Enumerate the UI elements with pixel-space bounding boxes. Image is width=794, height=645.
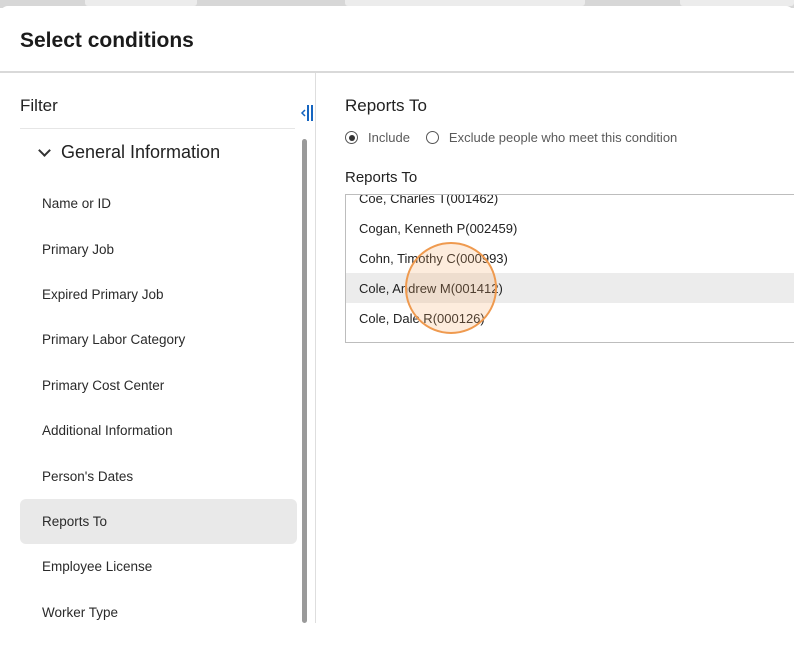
collapse-panel-icon[interactable] (300, 103, 314, 123)
reports-to-listbox[interactable]: Coe, Charles T(001462) Cogan, Kenneth P(… (345, 194, 794, 343)
filter-item-employee-license[interactable]: Employee License (20, 544, 297, 589)
group-label: General Information (61, 142, 221, 162)
list-item[interactable]: Cogan, Kenneth P(002459) (346, 214, 794, 244)
include-radio[interactable] (345, 131, 358, 144)
filter-item-worker-type[interactable]: Worker Type (20, 590, 297, 623)
chevron-down-icon (38, 144, 51, 157)
reports-to-field-label: Reports To (345, 169, 418, 186)
filter-pane: Filter General Information Name or ID Pr… (0, 73, 316, 623)
list-item[interactable]: Cohn, Timothy C(000993) (346, 244, 794, 274)
include-label[interactable]: Include (368, 130, 410, 145)
dialog-header: Select conditions (0, 6, 794, 73)
list-item[interactable]: Cole, Dale R(000126) (346, 303, 794, 333)
filter-label: Filter (20, 96, 58, 115)
include-exclude-group: Include Exclude people who meet this con… (345, 130, 693, 145)
dialog-title: Select conditions (20, 29, 194, 52)
filter-item-reports-to[interactable]: Reports To (20, 498, 297, 545)
filter-item-primary-cost-center[interactable]: Primary Cost Center (20, 363, 297, 408)
filter-item-expired-primary-job[interactable]: Expired Primary Job (20, 272, 297, 317)
divider (20, 128, 295, 129)
filter-item-primary-labor-category[interactable]: Primary Labor Category (20, 317, 297, 362)
condition-pane: Reports To Include Exclude people who me… (345, 73, 794, 623)
list-item[interactable]: Coe, Charles T(001462) (346, 195, 794, 214)
filter-item-persons-dates[interactable]: Person's Dates (20, 453, 297, 498)
select-conditions-dialog: Select conditions Filter General Informa… (0, 6, 794, 623)
exclude-radio[interactable] (425, 131, 439, 144)
filter-scrollbar[interactable] (302, 139, 307, 623)
general-information-group[interactable]: General Information (38, 142, 221, 163)
list-item[interactable]: Cole, Andrew M(001412) (346, 273, 794, 304)
condition-title: Reports To (345, 96, 427, 115)
exclude-label[interactable]: Exclude people who meet this condition (449, 130, 677, 145)
filter-item-primary-job[interactable]: Primary Job (20, 226, 297, 271)
filter-item-name-or-id[interactable]: Name or ID (20, 181, 297, 226)
filter-list: Name or ID Primary Job Expired Primary J… (20, 181, 297, 623)
filter-item-additional-information[interactable]: Additional Information (20, 408, 297, 453)
